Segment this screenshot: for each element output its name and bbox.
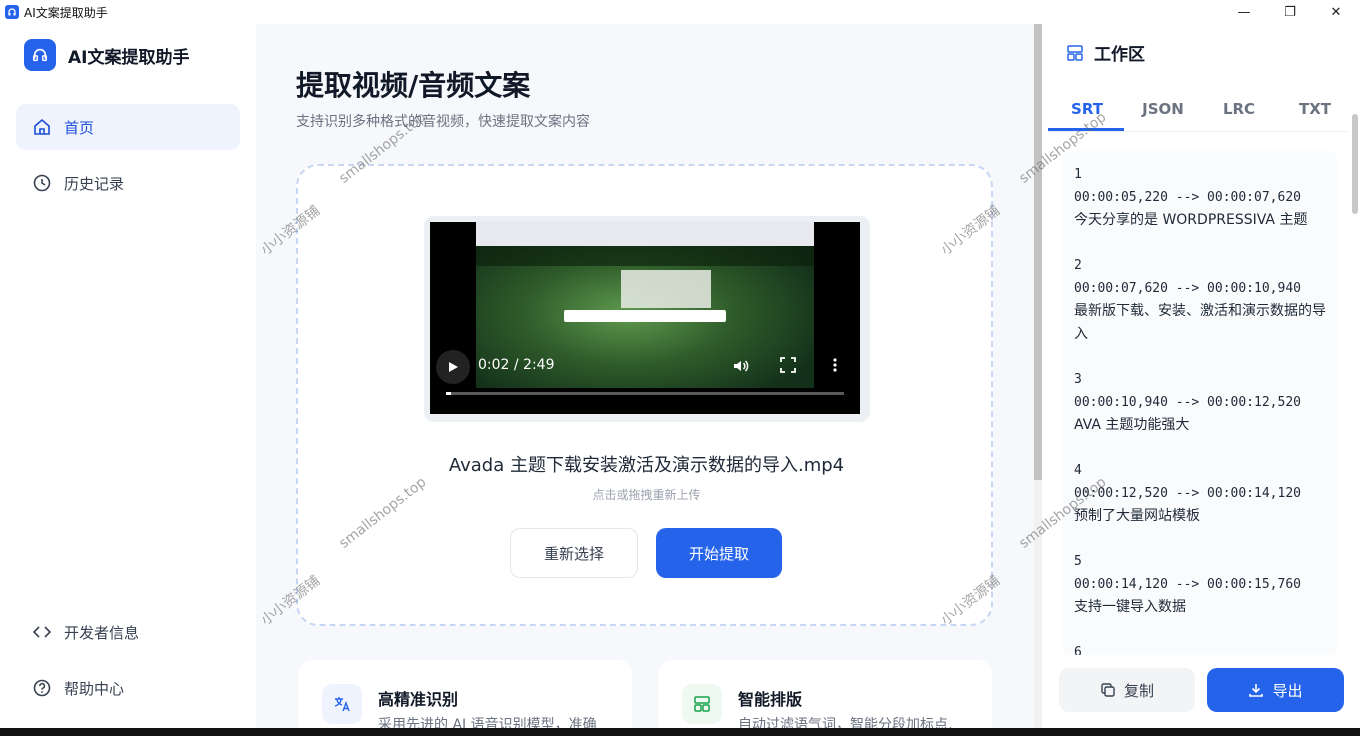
brand-name: AI文案提取助手 bbox=[68, 47, 190, 68]
srt-index: 5 bbox=[1074, 554, 1082, 569]
export-label: 导出 bbox=[1272, 681, 1303, 700]
workspace-scrollbar[interactable] bbox=[1350, 24, 1360, 728]
layout-grid-icon bbox=[1067, 44, 1083, 61]
tab-srt[interactable]: SRT bbox=[1049, 100, 1125, 118]
feature-desc: 采用先进的 AI 语音识别模型，准确 bbox=[378, 717, 597, 728]
feature-card-layout: 智能排版 自动过滤语气词，智能分段加标点, bbox=[658, 660, 992, 728]
start-extract-button[interactable]: 开始提取 bbox=[656, 528, 782, 578]
translate-icon bbox=[322, 684, 362, 724]
feature-desc: 自动过滤语气词，智能分段加标点, bbox=[738, 717, 953, 728]
srt-text: 支持一键导入数据 bbox=[1074, 599, 1186, 615]
feature-title: 智能排版 bbox=[738, 690, 803, 709]
srt-content[interactable]: 1 00:00:05,220 --> 00:00:07,620 今天分享的是 W… bbox=[1062, 151, 1338, 655]
video-progress-fill bbox=[446, 392, 451, 395]
srt-text: AVA 主题功能强大 bbox=[1074, 417, 1190, 433]
main-content: 提取视频/音频文案 支持识别多种格式的音视频，快速提取文案内容 0:02 / 2… bbox=[256, 24, 1034, 728]
workspace-header: 工作区 bbox=[1066, 40, 1145, 65]
srt-time: 00:00:05,220 --> 00:00:07,620 bbox=[1074, 190, 1301, 205]
srt-text: 今天分享的是 WORDPRESSIVA 主题 bbox=[1074, 212, 1308, 228]
scrollbar-thumb[interactable] bbox=[1352, 114, 1358, 214]
sidebar-item-label: 帮助中心 bbox=[64, 679, 125, 698]
page-subtitle: 支持识别多种格式的音视频，快速提取文案内容 bbox=[296, 114, 590, 130]
video-time: 0:02 / 2:49 bbox=[478, 357, 555, 373]
workspace-panel: 工作区 SRT JSON LRC TXT 1 00:00:05,220 --> … bbox=[1042, 24, 1360, 728]
format-tabs: SRT JSON LRC TXT bbox=[1048, 94, 1348, 132]
maximize-button[interactable]: ❐ bbox=[1267, 0, 1313, 24]
srt-time: 00:00:12,520 --> 00:00:14,120 bbox=[1074, 486, 1301, 501]
os-taskbar bbox=[0, 728, 1360, 736]
srt-index: 1 bbox=[1074, 167, 1082, 182]
active-tab-indicator bbox=[1048, 128, 1124, 131]
video-progress-bar[interactable] bbox=[446, 392, 844, 395]
main-scrollbar[interactable] bbox=[1034, 24, 1042, 728]
minimize-button[interactable]: — bbox=[1221, 0, 1267, 24]
sidebar-item-label: 历史记录 bbox=[64, 174, 125, 193]
video-player[interactable]: 0:02 / 2:49 bbox=[430, 222, 860, 414]
srt-text: 预制了大量网站模板 bbox=[1074, 508, 1200, 524]
workspace-title: 工作区 bbox=[1094, 45, 1145, 65]
reselect-button[interactable]: 重新选择 bbox=[510, 528, 638, 578]
srt-time: 00:00:10,940 --> 00:00:12,520 bbox=[1074, 395, 1301, 410]
feature-title: 高精准识别 bbox=[378, 690, 459, 709]
feature-card-accuracy: 高精准识别 采用先进的 AI 语音识别模型，准确 bbox=[298, 660, 632, 728]
tab-txt[interactable]: TXT bbox=[1277, 100, 1353, 118]
sidebar: AI文案提取助手 首页 历史记录 开发者信息 帮助中心 bbox=[0, 24, 256, 728]
file-name: Avada 主题下载安装激活及演示数据的导入.mp4 bbox=[448, 455, 845, 476]
export-button[interactable]: 导出 bbox=[1207, 668, 1344, 712]
sidebar-item-history[interactable]: 历史记录 bbox=[16, 160, 240, 206]
copy-icon bbox=[1101, 683, 1115, 697]
srt-entry: 6 bbox=[1074, 641, 1326, 655]
clock-icon bbox=[33, 174, 51, 192]
sidebar-item-label: 首页 bbox=[64, 118, 95, 137]
srt-time: 00:00:07,620 --> 00:00:10,940 bbox=[1074, 281, 1301, 296]
code-icon bbox=[32, 626, 52, 638]
srt-entry: 1 00:00:05,220 --> 00:00:07,620 今天分享的是 W… bbox=[1074, 163, 1326, 232]
fullscreen-icon[interactable] bbox=[780, 357, 796, 377]
tab-json[interactable]: JSON bbox=[1125, 100, 1201, 118]
volume-icon[interactable] bbox=[732, 357, 750, 379]
window-title: AI文案提取助手 bbox=[24, 5, 108, 20]
page-title: 提取视频/音频文案 bbox=[296, 69, 531, 102]
srt-index: 6 bbox=[1074, 645, 1082, 655]
upload-dropzone[interactable]: 0:02 / 2:49 Avada 主题下载安装激活及演示数据的导入.mp4 点… bbox=[296, 164, 993, 626]
brand: AI文案提取助手 bbox=[24, 39, 189, 71]
download-icon bbox=[1249, 684, 1264, 697]
sidebar-item-home[interactable]: 首页 bbox=[16, 104, 240, 150]
sidebar-item-help[interactable]: 帮助中心 bbox=[16, 665, 240, 711]
srt-entry: 5 00:00:14,120 --> 00:00:15,760 支持一键导入数据 bbox=[1074, 550, 1326, 619]
copy-button[interactable]: 复制 bbox=[1059, 668, 1195, 712]
srt-entry: 3 00:00:10,940 --> 00:00:12,520 AVA 主题功能… bbox=[1074, 368, 1326, 437]
video-preview: 0:02 / 2:49 bbox=[424, 216, 870, 422]
sidebar-item-label: 开发者信息 bbox=[64, 623, 140, 642]
srt-index: 3 bbox=[1074, 372, 1082, 387]
upload-hint: 点击或拖拽重新上传 bbox=[592, 488, 701, 502]
tab-lrc[interactable]: LRC bbox=[1201, 100, 1277, 118]
layout-icon bbox=[682, 684, 722, 724]
srt-text: 最新版下载、安装、激活和演示数据的导入 bbox=[1074, 303, 1326, 342]
play-icon bbox=[449, 362, 458, 372]
srt-index: 2 bbox=[1074, 258, 1082, 273]
srt-index: 4 bbox=[1074, 463, 1082, 478]
srt-entry: 2 00:00:07,620 --> 00:00:10,940 最新版下载、安装… bbox=[1074, 254, 1326, 346]
home-icon bbox=[34, 118, 50, 135]
srt-time: 00:00:14,120 --> 00:00:15,760 bbox=[1074, 577, 1301, 592]
scrollbar-thumb[interactable] bbox=[1034, 24, 1042, 480]
sidebar-item-developer[interactable]: 开发者信息 bbox=[16, 609, 240, 655]
play-button[interactable] bbox=[436, 350, 470, 384]
more-options-icon[interactable] bbox=[832, 357, 838, 377]
app-icon bbox=[5, 5, 19, 19]
window-titlebar: AI文案提取助手 — ❐ ✕ bbox=[0, 0, 1360, 24]
close-button[interactable]: ✕ bbox=[1313, 0, 1359, 24]
copy-label: 复制 bbox=[1123, 681, 1154, 700]
srt-entry: 4 00:00:12,520 --> 00:00:14,120 预制了大量网站模… bbox=[1074, 459, 1326, 528]
video-controls: 0:02 / 2:49 bbox=[430, 350, 860, 414]
help-circle-icon bbox=[33, 679, 51, 697]
headphones-logo-icon bbox=[24, 39, 56, 71]
